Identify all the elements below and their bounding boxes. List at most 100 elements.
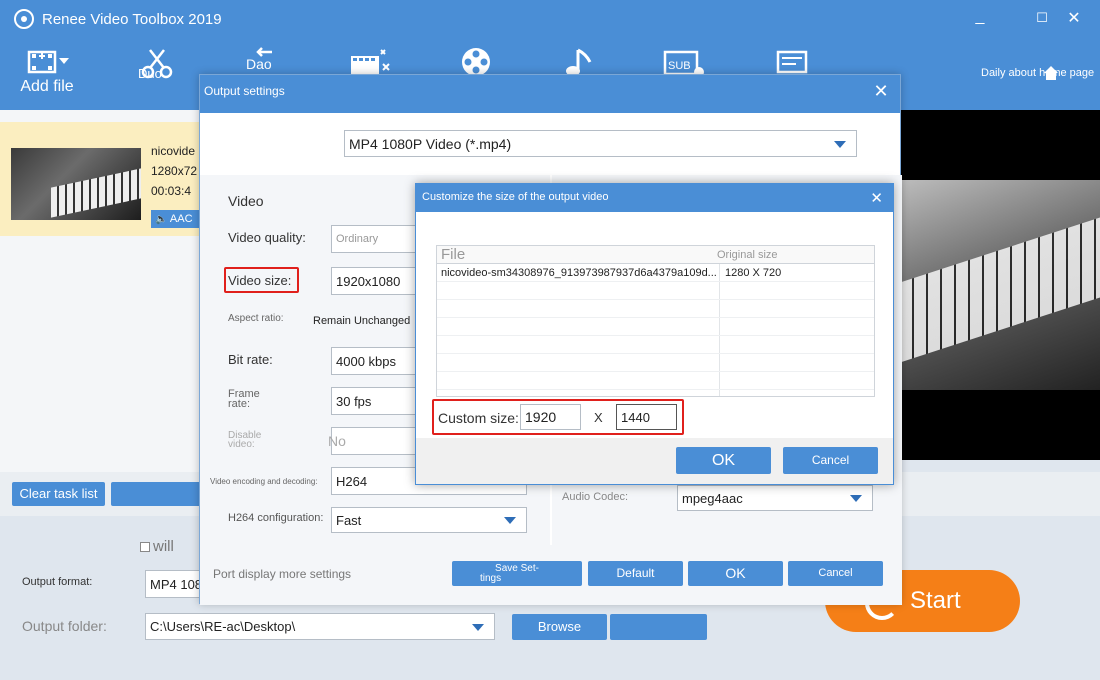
video-size-label: Video size:: [228, 273, 292, 288]
add-file-label: Add file: [20, 78, 74, 95]
speaker-icon: 🔈: [155, 214, 168, 225]
custom-size-label: Custom size:: [438, 410, 519, 426]
add-file-icon: [27, 50, 69, 74]
size-separator: X: [594, 410, 603, 425]
size-table: File Original size nicovideo-sm34308976_…: [436, 245, 875, 397]
disable-video-value: No: [328, 433, 346, 449]
disable-video-select[interactable]: No: [328, 427, 417, 455]
checkbox-label: will: [153, 538, 174, 555]
table-row[interactable]: nicovideo-sm34308976_913973987937d6a4379…: [437, 264, 874, 282]
table-row: [437, 318, 874, 336]
frame-rate-value: 30 fps: [336, 393, 372, 409]
merge-tool-button[interactable]: Duo: [134, 46, 178, 81]
table-row: [437, 336, 874, 354]
video-quality-label: Video quality:: [228, 230, 306, 245]
custom-size-cancel-button[interactable]: Cancel: [783, 447, 878, 474]
close-icon[interactable]: ✕: [870, 189, 883, 207]
frame-rate-select[interactable]: 30 fps: [331, 387, 417, 415]
video-size-select[interactable]: 1920x1080: [331, 267, 417, 295]
chevron-down-icon: [472, 623, 484, 631]
audio-codec-select[interactable]: mpeg4aac: [677, 485, 873, 511]
frame-rate-label: Frame rate:: [228, 389, 260, 410]
default-button[interactable]: Default: [588, 561, 683, 586]
video-size-value: 1920x1080: [336, 273, 401, 289]
output-folder-select[interactable]: C:\Users\RE-ac\Desktop\: [145, 613, 495, 640]
duo-label: Duo: [138, 66, 162, 81]
close-button[interactable]: ✕: [1062, 8, 1086, 28]
save-settings-button[interactable]: Save Set- tings: [452, 561, 582, 586]
custom-size-title: Customize the size of the output video: [422, 191, 609, 203]
table-row: [437, 282, 874, 300]
remove-button[interactable]: [111, 482, 201, 506]
chevron-down-icon: [850, 495, 862, 502]
ok-button[interactable]: OK: [688, 561, 783, 586]
h264-config-label: H264 configuration:: [228, 512, 324, 524]
video-section-heading: Video: [228, 193, 264, 209]
chevron-down-icon: [504, 517, 516, 524]
aspect-ratio-label: Aspect ratio:: [228, 313, 284, 324]
disable-video-label-line2: video:: [228, 439, 255, 450]
save-settings-label-1: Save Set-: [495, 563, 539, 574]
aspect-ratio-value: Remain Unchanged: [313, 315, 411, 327]
file-list-item[interactable]: nicovide 1280x72 00:03:4 🔈 AAC: [0, 122, 200, 236]
audio-codec-value: mpeg4aac: [682, 490, 743, 506]
video-thumbnail: [11, 148, 141, 220]
h264-config-select[interactable]: Fast: [331, 507, 527, 533]
audio-track-badge[interactable]: 🔈 AAC: [151, 210, 200, 228]
table-row: [437, 354, 874, 372]
maximize-button[interactable]: ☐: [1030, 10, 1054, 26]
daily-home-label: Daily about home page: [981, 67, 1095, 79]
home-icon[interactable]: [1042, 64, 1060, 82]
table-row: [437, 372, 874, 390]
output-format-label: Output format:: [22, 576, 93, 588]
app-title: Renee Video Toolbox 2019: [42, 10, 222, 28]
col-original-header: Original size: [717, 249, 778, 261]
custom-size-dialog: Customize the size of the output video ✕…: [415, 183, 894, 485]
output-format-value: MP4 108: [150, 576, 203, 592]
encoding-label: Video encoding and decoding:: [210, 477, 318, 486]
bit-rate-select[interactable]: 4000 kbps: [331, 347, 417, 375]
audio-track-label: AAC: [169, 213, 193, 225]
audio-codec-label: Audio Codec:: [562, 491, 629, 503]
add-file-button[interactable]: Add file: [16, 46, 78, 96]
frame-rate-label-line2: rate:: [228, 398, 251, 410]
clear-task-list-button[interactable]: Clear task list: [12, 482, 105, 506]
disable-video-label: Disable video:: [228, 431, 261, 450]
close-icon[interactable]: ✕: [872, 82, 890, 100]
h264-config-value: Fast: [336, 512, 362, 528]
custom-width-value: 1920: [525, 409, 557, 425]
more-settings-link[interactable]: Port display more settings: [213, 567, 351, 581]
col-file-header: File: [441, 246, 466, 263]
custom-height-value: 1440: [621, 409, 650, 425]
save-settings-label-2: tings: [480, 573, 502, 584]
dialog-title: Output settings: [204, 84, 285, 98]
custom-height-input[interactable]: 1440: [616, 404, 677, 430]
cancel-button[interactable]: Cancel: [788, 561, 883, 586]
file-resolution: 1280x72: [151, 164, 198, 178]
row-file: nicovideo-sm34308976_913973987937d6a4379…: [441, 267, 717, 279]
browse-button[interactable]: Browse: [512, 614, 607, 640]
custom-size-title-bar: Customize the size of the output video ✕: [416, 184, 893, 212]
minimize-button[interactable]: _: [968, 8, 992, 26]
bit-rate-value: 4000 kbps: [336, 353, 396, 369]
chevron-down-icon: [834, 140, 846, 148]
app-logo-icon: [14, 9, 34, 29]
custom-width-input[interactable]: 1920: [520, 404, 581, 430]
video-quality-select[interactable]: Ordinary: [331, 225, 417, 253]
svg-text:SUB: SUB: [668, 60, 691, 72]
checkbox[interactable]: [140, 541, 150, 552]
dao-label: Dao: [246, 56, 272, 72]
output-format-select[interactable]: MP4 108: [145, 570, 205, 598]
start-label: Start: [910, 587, 961, 614]
open-folder-button[interactable]: [610, 614, 707, 640]
checkbox-row[interactable]: will: [140, 538, 174, 555]
daily-home-link[interactable]: Daily about home page: [981, 67, 1094, 79]
aspect-ratio-select[interactable]: Remain Unchanged: [308, 307, 417, 335]
output-folder-value: C:\Users\RE-ac\Desktop\: [150, 619, 296, 634]
video-preview: [900, 110, 1100, 460]
custom-size-ok-button[interactable]: OK: [676, 447, 771, 474]
bit-rate-label: Bit rate:: [228, 352, 273, 367]
output-format-dropdown[interactable]: MP4 1080P Video (*.mp4): [344, 130, 857, 157]
app-title-bar: Renee Video Toolbox 2019: [14, 8, 222, 30]
output-format-dropdown-value: MP4 1080P Video (*.mp4): [349, 135, 512, 152]
